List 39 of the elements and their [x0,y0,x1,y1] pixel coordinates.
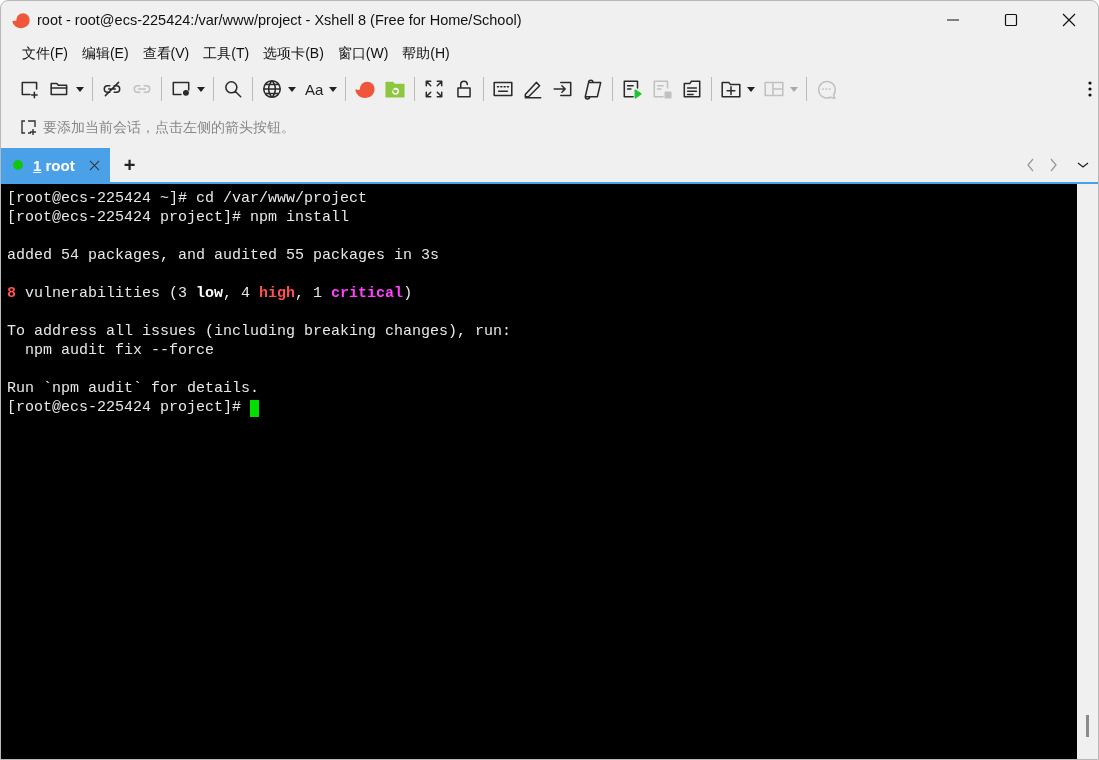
terminal-text: To address all issues (including breaking changes), run: [7,322,512,341]
add-tab-button[interactable]: + [109,153,150,177]
menu-item[interactable]: 窗口(W) [330,42,396,66]
menu-item[interactable]: 查看(V) [135,42,197,66]
terminal-text: high [259,284,296,303]
terminal-text: Run `npm audit` for details. [7,379,260,398]
terminal-text: 8 [7,284,16,303]
terminal-text: , 1 [295,284,324,303]
window-plus-icon[interactable] [19,117,39,137]
terminal-text: [root@ecs-225424 ~]# cd /var/www/project [7,189,368,208]
terminal-text: [root@ecs-225424 project]# [7,398,243,417]
caret-icon[interactable] [329,86,338,92]
search-icon[interactable] [222,78,244,100]
caret-icon[interactable] [197,86,205,92]
menu-item[interactable]: 选项卡(B) [256,42,331,66]
terminal-text: added 54 packages, and audited 55 packages in 3s [7,246,440,265]
menu-item[interactable]: 编辑(E) [74,42,136,66]
terminal-text: [root@ecs-225424 project]# npm install [7,208,350,227]
close-icon[interactable] [88,159,100,171]
terminal-text: , 4 [223,284,252,303]
font-button[interactable]: Aa [304,78,325,100]
window-title: root - root@ecs-225424:/var/www/project - Xshell 8 (Free for Home/School) [37,11,522,28]
terminal-text: npm audit fix --force [24,341,215,360]
globe-icon[interactable] [261,78,283,100]
menu-item[interactable]: 文件(F) [15,42,75,66]
more-icon[interactable] [1088,80,1092,98]
scroll-thumb[interactable] [1086,715,1089,737]
caret-icon[interactable] [747,86,756,92]
terminal-text: critical [331,284,404,303]
caret-icon[interactable] [288,86,296,92]
menu-item[interactable]: 工具(T) [196,42,257,66]
menu-item[interactable]: 帮助(H) [395,42,457,66]
terminal-text: low [196,284,224,303]
address-field[interactable]: 要添加当前会话，点击左侧的箭头按钮。 [43,119,643,135]
caret-icon[interactable] [76,86,84,92]
terminal-text: vulnerabilities (3 [24,284,189,303]
chevron-down-icon[interactable] [1076,160,1090,170]
terminal-text: ) [403,284,413,303]
document-play-icon[interactable] [621,78,644,100]
